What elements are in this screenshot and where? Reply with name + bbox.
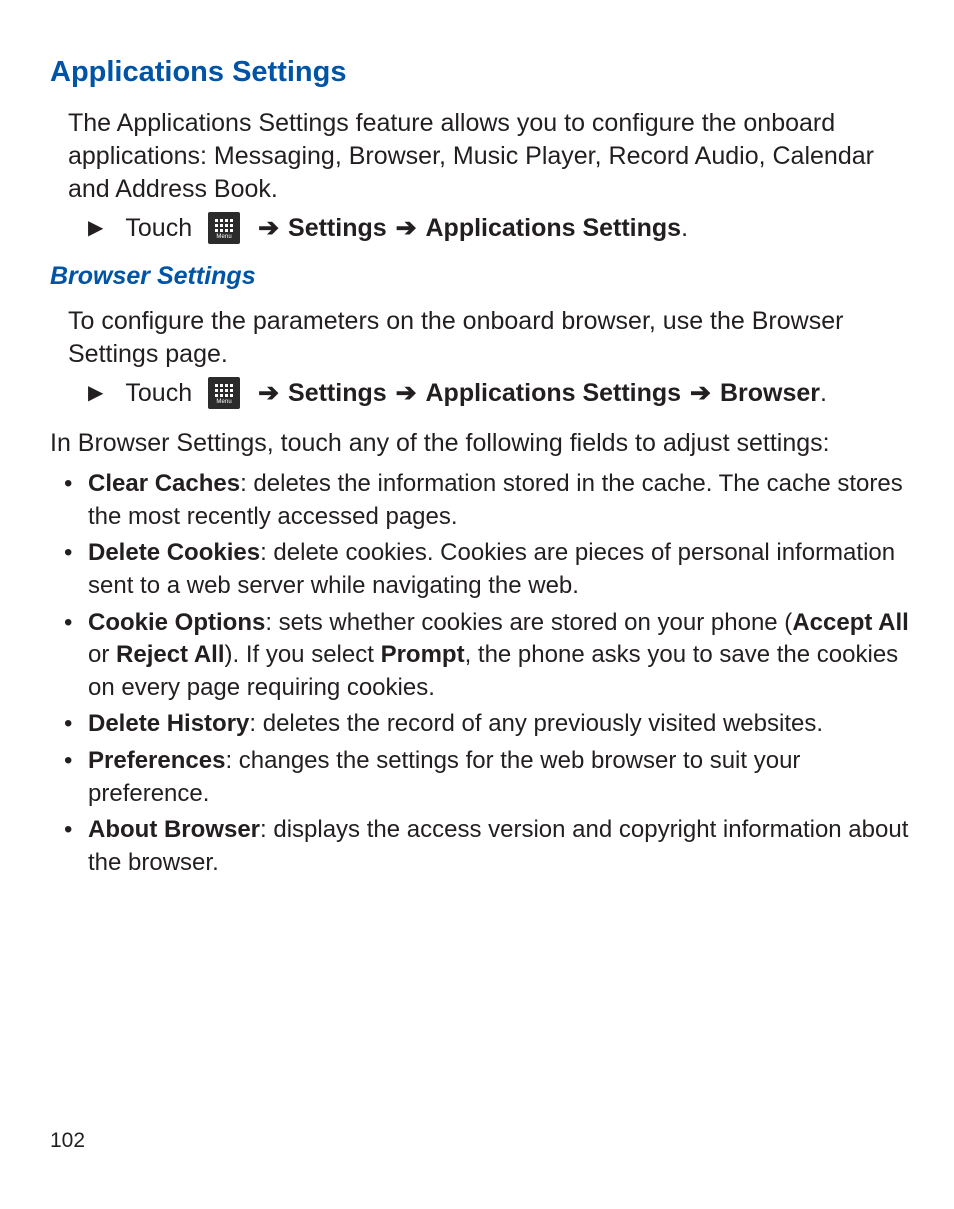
nav-period: .	[681, 214, 688, 242]
list-item-text: : sets whether cookies are stored on you…	[265, 609, 792, 636]
nav-step-2: ▶ Touch Menu ➔ Settings ➔ Applications S…	[88, 377, 912, 409]
menu-icon: Menu	[208, 212, 240, 244]
nav-settings: Settings	[288, 214, 387, 242]
list-item-text: or	[88, 641, 116, 668]
page-number: 102	[50, 1129, 85, 1153]
arrow-icon: ➔	[396, 379, 417, 407]
list-item: Cookie Options: sets whether cookies are…	[64, 607, 912, 705]
touch-label: Touch	[125, 214, 192, 243]
list-item-description: : deletes the record of any previously v…	[249, 710, 823, 737]
heading-applications-settings: Applications Settings	[50, 56, 912, 89]
list-item-bold-text: Accept All	[792, 609, 908, 636]
list-item-bold-text: Reject All	[116, 641, 224, 668]
list-item-title: Preferences	[88, 747, 225, 774]
menu-icon-label: Menu	[216, 399, 231, 405]
browser-lead-paragraph: In Browser Settings, touch any of the fo…	[50, 427, 912, 460]
list-item-text: ). If you select	[225, 641, 381, 668]
browser-intro-paragraph: To configure the parameters on the onboa…	[68, 305, 878, 371]
list-item-title: Delete History	[88, 710, 249, 737]
pointer-icon: ▶	[88, 383, 103, 403]
nav-settings: Settings	[288, 379, 387, 407]
menu-grid-icon	[215, 384, 233, 397]
list-item-title: Cookie Options	[88, 609, 265, 636]
document-page: Applications Settings The Applications S…	[0, 0, 954, 1209]
arrow-icon: ➔	[258, 379, 279, 407]
arrow-icon: ➔	[258, 214, 279, 242]
list-item: Preferences: changes the settings for th…	[64, 745, 912, 810]
nav-period: .	[820, 379, 827, 407]
list-item: Delete Cookies: delete cookies. Cookies …	[64, 537, 912, 602]
nav-applications-settings: Applications Settings	[426, 214, 682, 242]
menu-icon: Menu	[208, 377, 240, 409]
nav-applications-settings: Applications Settings	[426, 379, 682, 407]
list-item: Delete History: deletes the record of an…	[64, 708, 912, 741]
heading-browser-settings: Browser Settings	[50, 262, 912, 291]
arrow-icon: ➔	[396, 214, 417, 242]
browser-settings-list: Clear Caches: deletes the information st…	[50, 468, 912, 880]
nav-path-1: ➔ Settings ➔ Applications Settings.	[256, 213, 688, 243]
list-item-title: Delete Cookies	[88, 539, 260, 566]
list-item-bold-text: Prompt	[381, 641, 465, 668]
pointer-icon: ▶	[88, 218, 103, 238]
arrow-icon: ➔	[690, 379, 711, 407]
intro-paragraph: The Applications Settings feature allows…	[68, 107, 912, 206]
nav-browser: Browser	[720, 379, 820, 407]
list-item-title: About Browser	[88, 816, 260, 843]
touch-label: Touch	[125, 379, 192, 408]
nav-step-1: ▶ Touch Menu ➔ Settings ➔ Applications S…	[88, 212, 912, 244]
menu-icon-label: Menu	[216, 234, 231, 240]
list-item: About Browser: displays the access versi…	[64, 814, 912, 879]
nav-path-2: ➔ Settings ➔ Applications Settings ➔ Bro…	[256, 378, 827, 408]
list-item-title: Clear Caches	[88, 470, 240, 497]
menu-grid-icon	[215, 219, 233, 232]
list-item: Clear Caches: deletes the information st…	[64, 468, 912, 533]
